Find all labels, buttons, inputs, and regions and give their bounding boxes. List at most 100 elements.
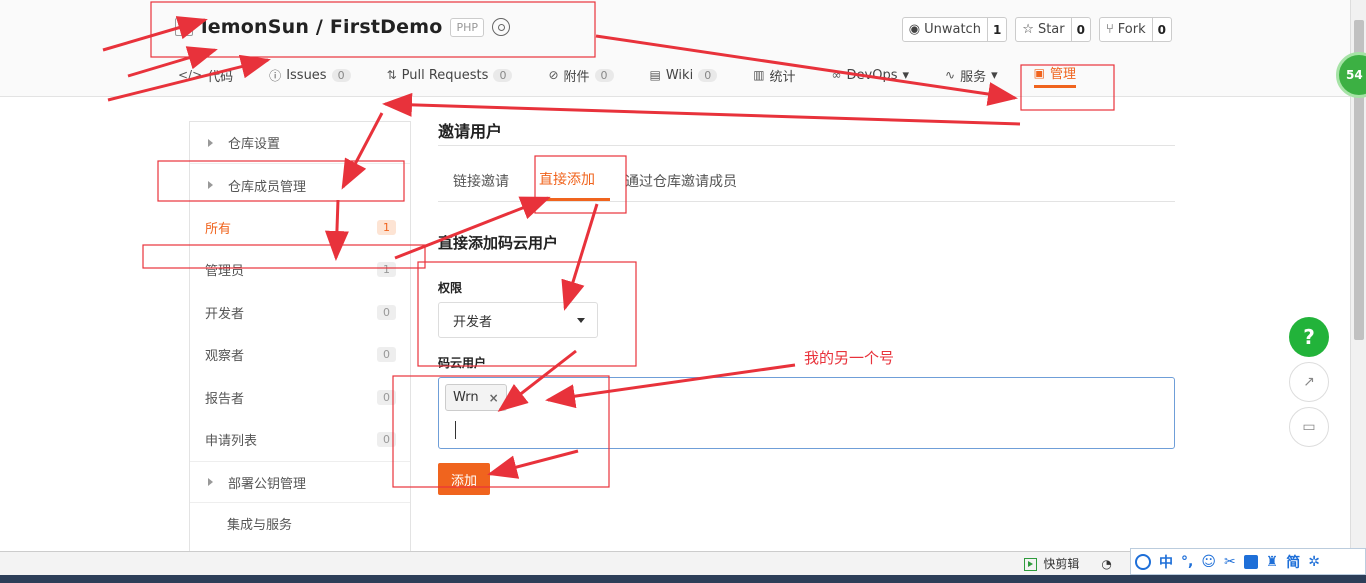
pull-request-icon: ⇅ — [386, 68, 397, 82]
sidebar-item-admins[interactable]: 管理员 1 — [190, 249, 410, 292]
comment-button[interactable]: ▭ — [1289, 407, 1329, 447]
tab-wiki[interactable]: ▤ Wiki 0 — [650, 62, 718, 88]
issue-icon: ⓘ — [269, 68, 282, 83]
sidebar-item-label: 报告者 — [205, 391, 245, 407]
sidebar-item-label: 申请列表 — [205, 434, 258, 450]
user-chip: Wrn × — [445, 384, 507, 411]
user-search-input[interactable]: Wrn × — [438, 377, 1175, 449]
infinity-icon: ∞ — [831, 68, 842, 82]
code-icon: </> — [178, 68, 203, 82]
tab-issues[interactable]: ⓘ Issues 0 — [269, 62, 351, 88]
ime-keyboard-icon[interactable] — [1243, 554, 1258, 569]
tab-services[interactable]: ∿ 服务 ▾ — [945, 62, 998, 88]
wiki-count: 0 — [698, 68, 718, 82]
settings-doc-icon: ▣ — [1033, 65, 1045, 80]
invite-tabs: 链接邀请 直接添加 通过仓库邀请成员 — [438, 160, 1175, 202]
sidebar-item-reporters[interactable]: 报告者 0 — [190, 376, 410, 419]
repo-title: lemonSun / FirstDemo PHP — [175, 16, 510, 38]
help-button[interactable]: ? — [1289, 317, 1329, 357]
fork-button[interactable]: ⑂ Fork 0 — [1098, 17, 1172, 42]
paperclip-icon: ⊘ — [548, 68, 559, 82]
attachments-count: 0 — [594, 68, 614, 82]
tab-wiki-label: Wiki — [665, 67, 694, 83]
member-count-badge: 1 — [377, 219, 396, 235]
os-taskbar — [0, 575, 1366, 583]
sidebar-deploy-keys-label: 部署公钥管理 — [228, 476, 307, 492]
pulls-count: 0 — [493, 68, 513, 82]
recommend-icon[interactable] — [492, 18, 510, 36]
ime-chinese-mode[interactable]: 中 — [1159, 552, 1173, 572]
tab-services-label: 服务 — [960, 69, 987, 85]
fork-count[interactable]: 0 — [1151, 18, 1171, 41]
member-count-badge: 0 — [377, 347, 396, 363]
sidebar-item-applications[interactable]: 申请列表 0 — [190, 419, 410, 462]
ime-simplified-mode[interactable]: 简 — [1286, 552, 1300, 572]
invite-panel: 邀请用户 链接邀请 直接添加 通过仓库邀请成员 直接添加码云用户 权限 开发者 … — [438, 118, 1175, 495]
sidebar-integrations[interactable]: 集成与服务 — [190, 503, 410, 543]
caret-down-icon — [577, 317, 585, 323]
chevron-down-icon: ▾ — [991, 67, 998, 83]
sidebar-item-label: 观察者 — [205, 349, 245, 365]
speed-icon[interactable]: ◔ — [1101, 557, 1111, 571]
fork-icon: ⑂ — [1105, 22, 1114, 37]
star-icon: ☆ — [1022, 22, 1034, 37]
settings-sidebar: 仓库设置 仓库成员管理 所有 1 管理员 1 开发者 0 观察者 0 报告者 0… — [189, 121, 411, 553]
tab-pull-requests[interactable]: ⇅ Pull Requests 0 — [387, 62, 513, 88]
add-button[interactable]: 添加 — [438, 463, 490, 495]
tab-link-invite[interactable]: 链接邀请 — [438, 160, 524, 201]
eye-icon: ◉ — [908, 22, 921, 37]
permission-label: 权限 — [438, 281, 463, 295]
sidebar-item-developers[interactable]: 开发者 0 — [190, 291, 410, 334]
external-edit-icon: ↗ — [1303, 374, 1315, 390]
watch-count[interactable]: 1 — [986, 18, 1006, 41]
member-count-badge: 1 — [377, 262, 396, 278]
ime-logo-icon[interactable] — [1135, 553, 1151, 570]
sidebar-repo-settings[interactable]: 仓库设置 — [190, 122, 410, 164]
tab-stats-label: 统计 — [769, 69, 796, 85]
remove-chip-icon[interactable]: × — [489, 391, 499, 405]
tab-attachments[interactable]: ⊘ 附件 0 — [548, 62, 614, 88]
ime-emoji-icon[interactable]: ☺ — [1201, 554, 1216, 570]
unwatch-label: Unwatch — [924, 22, 981, 37]
sidebar-item-observers[interactable]: 观察者 0 — [190, 334, 410, 377]
repo-icon — [175, 18, 193, 36]
caret-right-icon — [208, 181, 213, 189]
sidebar-deploy-keys[interactable]: 部署公钥管理 — [190, 461, 410, 503]
ime-settings-icon[interactable]: ✲ — [1308, 554, 1320, 570]
tab-devops[interactable]: ∞ DevOps ▾ — [832, 62, 910, 88]
unwatch-button[interactable]: ◉ Unwatch 1 — [901, 17, 1008, 42]
sidebar-item-label: 所有 — [205, 221, 232, 237]
bar-chart-icon: ▥ — [753, 68, 765, 82]
tab-code-label: 代码 — [207, 69, 234, 85]
language-badge: PHP — [450, 17, 484, 37]
tab-manage-label: 管理 — [1050, 67, 1077, 82]
sidebar-item-label: 开发者 — [205, 306, 245, 322]
caret-right-icon — [208, 138, 213, 147]
issues-count: 0 — [331, 68, 351, 82]
ime-scissors-icon[interactable]: ✂ — [1224, 554, 1236, 570]
permission-select[interactable]: 开发者 — [438, 302, 598, 338]
tab-manage[interactable]: ▣ 管理 — [1033, 62, 1077, 88]
sidebar-item-all[interactable]: 所有 1 — [190, 206, 410, 249]
clip-tool[interactable]: 快剪辑 — [1024, 555, 1079, 572]
section-title: 直接添加码云用户 — [438, 234, 559, 252]
play-clip-icon — [1024, 558, 1038, 571]
sidebar-member-management[interactable]: 仓库成员管理 — [190, 164, 410, 206]
repo-name-link[interactable]: lemonSun / FirstDemo — [201, 16, 442, 38]
star-count[interactable]: 0 — [1070, 18, 1090, 41]
chat-bubble-icon: ▭ — [1302, 419, 1316, 435]
ime-punct-icon[interactable]: °, — [1181, 554, 1193, 570]
caret-right-icon — [208, 478, 213, 486]
tab-direct-add[interactable]: 直接添加 — [524, 160, 610, 201]
tab-attachments-label: 附件 — [563, 69, 590, 85]
chevron-down-icon: ▾ — [902, 67, 910, 83]
edit-feedback-button[interactable]: ↗ — [1289, 362, 1329, 402]
tab-stats[interactable]: ▥ 统计 — [753, 62, 795, 88]
ime-skin-icon[interactable]: ♜ — [1266, 554, 1279, 570]
star-button[interactable]: ☆ Star 0 — [1015, 17, 1091, 42]
tab-invite-via-repo[interactable]: 通过仓库邀请成员 — [610, 160, 752, 201]
sidebar-repo-settings-label: 仓库设置 — [228, 137, 281, 152]
tab-code[interactable]: </> 代码 — [178, 62, 233, 88]
fork-label: Fork — [1117, 22, 1146, 37]
tab-devops-label: DevOps — [846, 67, 898, 83]
